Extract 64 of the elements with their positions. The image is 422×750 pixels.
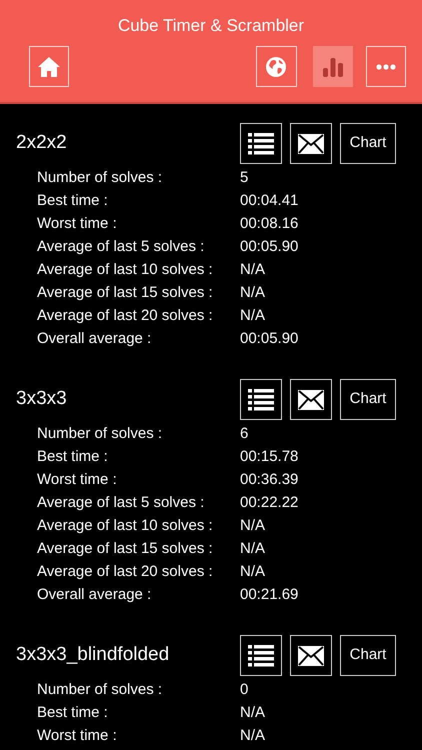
stat-value: N/A xyxy=(240,726,266,746)
stat-label: Overall average : xyxy=(37,329,152,349)
stat-value: N/A xyxy=(240,306,266,326)
stat-value: 0 xyxy=(240,680,248,700)
stat-value: 00:04.41 xyxy=(240,191,298,211)
stat-value: 00:05.90 xyxy=(240,329,298,349)
home-button[interactable] xyxy=(29,46,70,87)
stat-label: Best time : xyxy=(37,447,108,467)
stat-value: N/A xyxy=(240,283,266,303)
stat-label: Average of last 20 solves : xyxy=(37,306,213,326)
puzzle-title: 3x3x3 xyxy=(16,387,68,412)
stat-value: N/A xyxy=(240,260,266,280)
stat-value: 00:08.16 xyxy=(240,214,298,234)
app-title: Cube Timer & Scrambler xyxy=(116,15,306,37)
mail-icon xyxy=(298,134,324,154)
stat-value: 00:36.39 xyxy=(240,470,298,490)
puzzle-title: 2x2x2 xyxy=(16,131,68,156)
stat-label: Number of solves : xyxy=(37,680,162,700)
mail-icon xyxy=(298,646,324,666)
globe-button[interactable] xyxy=(256,46,296,87)
more-icon xyxy=(376,64,396,70)
list-button[interactable] xyxy=(240,123,282,164)
stat-label: Average of last 20 solves : xyxy=(37,562,213,582)
stat-label: Worst time : xyxy=(37,726,117,746)
list-icon xyxy=(248,132,274,154)
email-button[interactable] xyxy=(290,379,332,420)
stat-label: Average of last 10 solves : xyxy=(37,516,213,536)
home-icon xyxy=(37,56,62,78)
stat-value: 5 xyxy=(240,168,248,188)
globe-icon xyxy=(265,56,288,78)
stat-value: 00:21.69 xyxy=(240,585,298,605)
stat-value: 00:05.90 xyxy=(240,237,298,257)
more-button[interactable] xyxy=(366,46,406,87)
list-button[interactable] xyxy=(240,379,282,420)
bar-chart-icon xyxy=(322,56,344,78)
stat-label: Best time : xyxy=(37,191,108,211)
stat-value: 6 xyxy=(240,424,248,444)
stat-label: Number of solves : xyxy=(37,424,162,444)
list-icon xyxy=(248,388,274,410)
list-button[interactable] xyxy=(240,635,282,676)
stat-label: Worst time : xyxy=(37,470,117,490)
puzzle-title: 3x3x3_blindfolded xyxy=(16,643,170,668)
stat-label: Average of last 5 solves : xyxy=(37,237,204,257)
email-button[interactable] xyxy=(290,635,332,676)
chart-button[interactable]: Chart xyxy=(340,123,396,164)
stat-value: N/A xyxy=(240,539,266,559)
stat-label: Average of last 15 solves : xyxy=(37,283,213,303)
stat-label: Worst time : xyxy=(37,214,117,234)
stat-label: Best time : xyxy=(37,703,108,723)
chart-button[interactable]: Chart xyxy=(340,379,396,420)
stat-label: Average of last 10 solves : xyxy=(37,260,213,280)
stat-value: N/A xyxy=(240,703,266,723)
stat-label: Number of solves : xyxy=(37,168,162,188)
stat-label: Overall average : xyxy=(37,585,152,605)
list-icon xyxy=(248,644,274,666)
email-button[interactable] xyxy=(290,123,332,164)
stat-value: N/A xyxy=(240,516,266,536)
stat-value: N/A xyxy=(240,562,266,582)
stat-label: Average of last 15 solves : xyxy=(37,539,213,559)
chart-button[interactable]: Chart xyxy=(340,635,396,676)
stat-label: Average of last 5 solves : xyxy=(37,493,204,513)
stat-value: 00:22.22 xyxy=(240,493,298,513)
stat-value: 00:15.78 xyxy=(240,447,298,467)
mail-icon xyxy=(298,390,324,410)
